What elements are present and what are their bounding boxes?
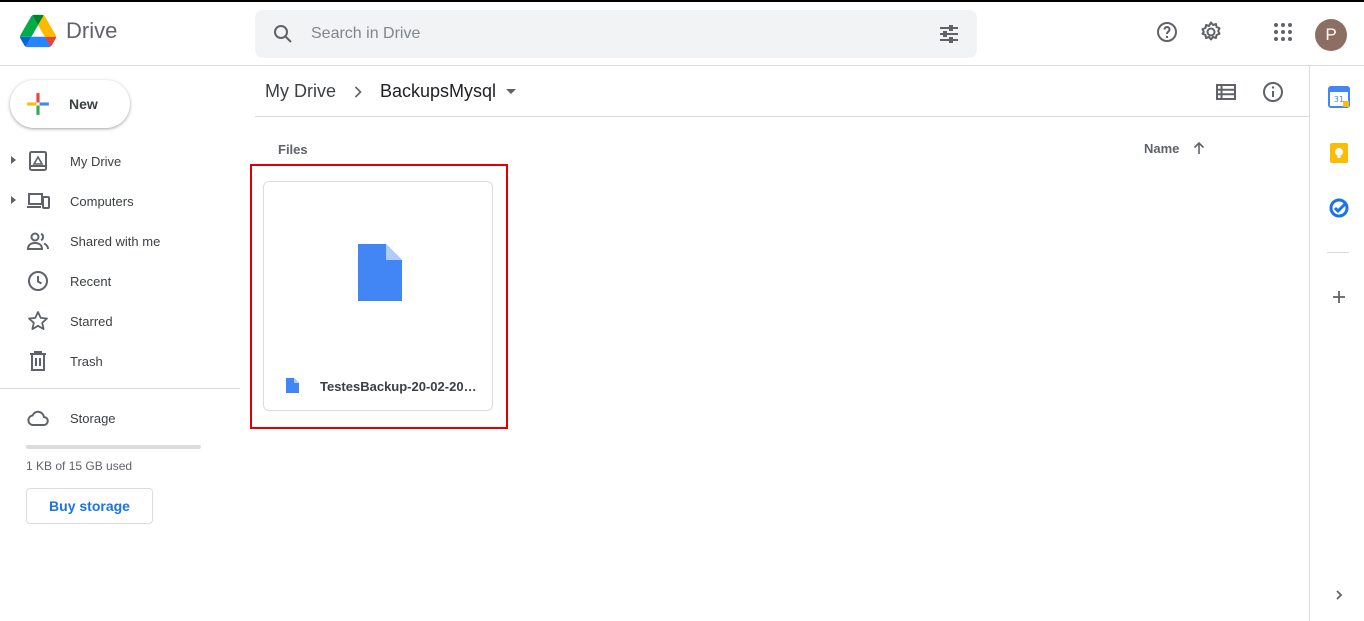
sidebar-divider [0, 388, 240, 389]
clock-icon [28, 271, 48, 291]
sidebar-item-label: My Drive [70, 154, 122, 169]
storage-label: Storage [70, 411, 116, 426]
search-icon[interactable] [271, 22, 295, 46]
arrow-up-icon[interactable] [1191, 140, 1207, 156]
chevron-right-icon [354, 85, 362, 98]
search-input[interactable] [311, 10, 911, 58]
sidebar-item-label: Shared with me [70, 234, 161, 249]
keep-icon[interactable] [1328, 142, 1350, 164]
shared-icon [26, 232, 49, 250]
top-bar: Drive P [0, 2, 1364, 66]
list-view-icon[interactable] [1214, 80, 1238, 104]
sidebar-item-starred[interactable]: Starred [0, 301, 240, 341]
sidebar-item-label: Computers [70, 194, 134, 209]
files-section-label: Files [278, 142, 308, 157]
breadcrumb: My Drive BackupsMysql [265, 81, 517, 102]
sidebar-item-label: Starred [70, 314, 113, 329]
expand-arrow-icon[interactable] [11, 156, 16, 164]
sidebar-item-shared-with-me[interactable]: Shared with me [0, 221, 240, 261]
chevron-right-icon[interactable] [1328, 584, 1350, 606]
sidebar-item-recent[interactable]: Recent [0, 261, 240, 301]
sidebar-item-storage[interactable]: Storage [0, 398, 240, 438]
new-button[interactable]: New [10, 80, 130, 128]
gear-icon [1201, 21, 1221, 41]
breadcrumb-current[interactable]: BackupsMysql [380, 81, 496, 102]
tasks-icon[interactable] [1328, 197, 1350, 219]
drive-logo[interactable]: Drive [20, 14, 117, 48]
toolbar-divider [255, 116, 1309, 117]
calendar-icon[interactable]: 31 [1328, 86, 1350, 108]
trash-icon [30, 351, 46, 371]
search-options-icon[interactable] [937, 22, 961, 46]
file-thumbnail-icon [358, 244, 402, 301]
my-drive-icon [29, 151, 47, 171]
sidebar-item-trash[interactable]: Trash [0, 341, 240, 381]
cloud-icon [27, 410, 49, 426]
file-type-icon [286, 378, 299, 393]
computers-icon [27, 193, 50, 209]
apps-button[interactable] [1269, 18, 1297, 46]
sort-label[interactable]: Name [1144, 141, 1179, 156]
storage-used-text: 1 KB of 15 GB used [26, 459, 133, 473]
storage-usage-bar [26, 445, 201, 449]
help-button[interactable] [1153, 18, 1181, 46]
sort-by-name[interactable]: Name [1144, 140, 1207, 156]
settings-button[interactable] [1197, 18, 1225, 46]
sidebar-item-label: Trash [70, 354, 103, 369]
app-name: Drive [66, 18, 118, 43]
side-panel-divider [1327, 252, 1349, 253]
new-button-label: New [69, 96, 98, 112]
sidebar-item-label: Recent [70, 274, 112, 289]
plus-multicolor-icon [27, 93, 49, 115]
file-card[interactable]: TestesBackup-20-02-202… [263, 181, 493, 411]
search-bar[interactable] [255, 10, 977, 58]
star-icon [28, 311, 48, 330]
drive-logo-icon [20, 14, 56, 48]
sidebar-item-my-drive[interactable]: My Drive [0, 141, 240, 181]
buy-storage-button[interactable]: Buy storage [26, 488, 153, 524]
info-icon[interactable] [1261, 80, 1285, 104]
sidebar-item-computers[interactable]: Computers [0, 181, 240, 221]
file-name[interactable]: TestesBackup-20-02-202… [320, 379, 482, 394]
svg-text:31: 31 [1334, 95, 1344, 104]
sidebar: New My Drive Computers Shared with me Re… [0, 66, 240, 621]
account-avatar[interactable]: P [1315, 19, 1347, 51]
expand-arrow-icon[interactable] [11, 196, 16, 204]
chevron-down-icon[interactable] [506, 89, 517, 94]
help-icon [1157, 22, 1177, 42]
apps-grid-icon [1274, 23, 1292, 41]
plus-icon[interactable] [1328, 286, 1350, 308]
main-content: My Drive BackupsMysql Files Name TestesB… [240, 66, 1309, 621]
side-panel: 31 [1309, 66, 1364, 621]
breadcrumb-root[interactable]: My Drive [265, 81, 336, 102]
